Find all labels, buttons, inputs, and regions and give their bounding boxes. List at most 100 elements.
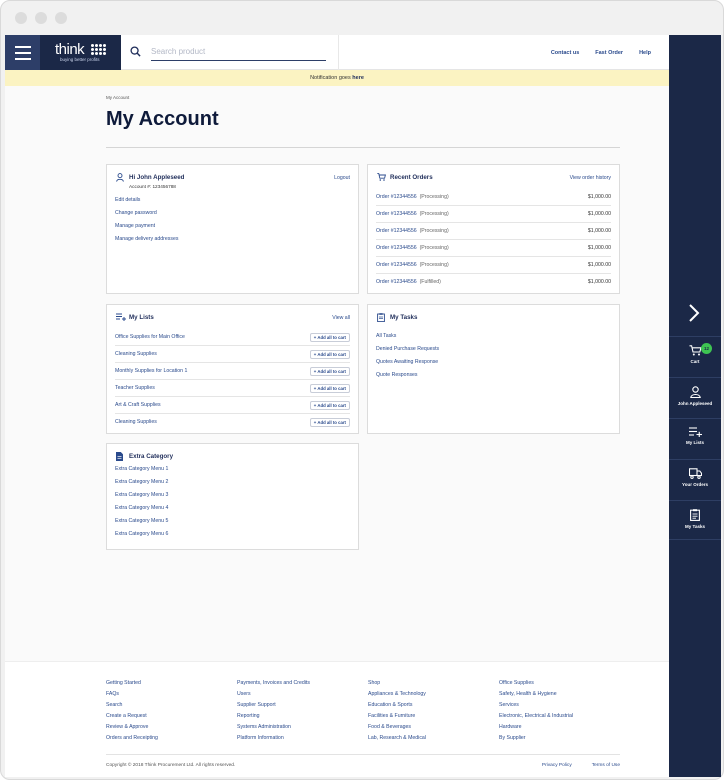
footer-link[interactable]: Create a Request xyxy=(106,711,158,722)
order-id[interactable]: Order #12344556 xyxy=(376,228,417,234)
extra-category-link[interactable]: Extra Category Menu 4 xyxy=(115,505,168,511)
view-order-history-link[interactable]: View order history xyxy=(570,175,611,181)
extra-category-link[interactable]: Extra Category Menu 5 xyxy=(115,518,168,524)
footer-link[interactable]: Appliances & Technology xyxy=(368,689,426,700)
footer-link[interactable]: Safety, Health & Hygiene xyxy=(499,689,573,700)
manage-payment-link[interactable]: Manage payment xyxy=(115,223,155,229)
truck-icon xyxy=(688,468,702,479)
fast-order-link[interactable]: Fast Order xyxy=(595,50,623,56)
footer-link[interactable]: Facilities & Furniture xyxy=(368,711,426,722)
terms-of-use-link[interactable]: Terms of Use xyxy=(592,763,620,768)
footer-link[interactable]: By Supplier xyxy=(499,733,573,744)
list-name[interactable]: Monthly Supplies for Location 1 xyxy=(115,368,187,374)
edit-details-link[interactable]: Edit details xyxy=(115,197,140,203)
footer-link[interactable]: Shop xyxy=(368,678,426,689)
extra-category-link[interactable]: Extra Category Menu 2 xyxy=(115,479,168,485)
order-row[interactable]: Order #12344556 (Fulfilled) $1,000.00 xyxy=(376,274,611,291)
list-name[interactable]: Cleaning Supplies xyxy=(115,419,157,425)
list-name[interactable]: Office Supplies for Main Office xyxy=(115,334,185,340)
footer-link[interactable]: Payments, Invoices and Credits xyxy=(237,678,310,689)
logo[interactable]: think buying better profits xyxy=(40,35,121,70)
search-input[interactable] xyxy=(151,43,326,61)
menu-button[interactable] xyxy=(5,35,40,70)
order-row[interactable]: Order #12344556 (Processing) $1,000.00 xyxy=(376,206,611,223)
quotes-awaiting-response-link[interactable]: Quotes Awaiting Response xyxy=(376,359,438,365)
view-all-lists-link[interactable]: View all xyxy=(332,315,350,321)
window-dot[interactable] xyxy=(15,12,27,24)
order-row[interactable]: Order #12344556 (Processing) $1,000.00 xyxy=(376,189,611,206)
footer-link[interactable]: Services xyxy=(499,700,573,711)
account-number: Account #: 123456788 xyxy=(129,184,176,189)
add-all-to-cart-button[interactable]: + Add all to cart xyxy=(309,367,350,376)
footer-link[interactable]: Search xyxy=(106,700,158,711)
order-id[interactable]: Order #12344556 xyxy=(376,194,417,200)
breadcrumb[interactable]: My Account xyxy=(106,95,129,100)
order-row[interactable]: Order #12344556 (Processing) $1,000.00 xyxy=(376,223,611,240)
window-dot[interactable] xyxy=(55,12,67,24)
rail-lists-button[interactable]: My Lists xyxy=(669,418,721,458)
order-id[interactable]: Order #12344556 xyxy=(376,245,417,251)
extra-category-link[interactable]: Extra Category Menu 6 xyxy=(115,531,168,537)
list-item[interactable]: Art & Craft Supplies + Add all to cart xyxy=(115,397,350,414)
rail-cart-button[interactable]: 12 Cart xyxy=(669,336,721,376)
footer-link[interactable]: Education & Sports xyxy=(368,700,426,711)
list-item[interactable]: Office Supplies for Main Office + Add all… xyxy=(115,329,350,346)
footer-link[interactable]: Platform Information xyxy=(237,733,310,744)
denied-purchase-requests-link[interactable]: Denied Purchase Requests xyxy=(376,346,439,352)
order-id[interactable]: Order #12344556 xyxy=(376,279,417,285)
list-name[interactable]: Cleaning Supplies xyxy=(115,351,157,357)
footer-link[interactable]: Electronic, Electrical & Industrial xyxy=(499,711,573,722)
rail-tasks-button[interactable]: My Tasks xyxy=(669,500,721,540)
rail-label: John Appleseed xyxy=(677,401,713,406)
chevron-right-icon[interactable] xyxy=(687,303,701,323)
footer-link[interactable]: Systems Administration xyxy=(237,722,310,733)
add-all-to-cart-button[interactable]: + Add all to cart xyxy=(309,350,350,359)
footer-link[interactable]: Food & Beverages xyxy=(368,722,426,733)
rail-user-button[interactable]: John Appleseed xyxy=(669,377,721,417)
footer-link[interactable]: Lab, Research & Medical xyxy=(368,733,426,744)
list-item[interactable]: Cleaning Supplies + Add all to cart xyxy=(115,414,350,431)
list-item[interactable]: Monthly Supplies for Location 1 + Add all… xyxy=(115,363,350,380)
order-id[interactable]: Order #12344556 xyxy=(376,262,417,268)
footer-link[interactable]: Getting Started xyxy=(106,678,158,689)
all-tasks-link[interactable]: All Tasks xyxy=(376,333,396,339)
manage-delivery-addresses-link[interactable]: Manage delivery addresses xyxy=(115,236,178,242)
footer-link[interactable]: Orders and Receipting xyxy=(106,733,158,744)
logout-link[interactable]: Logout xyxy=(334,175,350,181)
list-name[interactable]: Art & Craft Supplies xyxy=(115,402,161,408)
help-link[interactable]: Help xyxy=(639,50,651,56)
hamburger-icon xyxy=(14,45,31,48)
add-all-to-cart-button[interactable]: + Add all to cart xyxy=(309,384,350,393)
cart-icon xyxy=(689,345,702,356)
browser-frame: think buying better profits Contact us F… xyxy=(0,0,724,780)
add-all-to-cart-button[interactable]: + Add all to cart xyxy=(309,401,350,410)
list-name[interactable]: Teacher Supplies xyxy=(115,385,155,391)
order-price: $1,000.00 xyxy=(587,211,611,217)
rail-orders-button[interactable]: Your Orders xyxy=(669,459,721,499)
contact-us-link[interactable]: Contact us xyxy=(551,50,579,56)
order-id[interactable]: Order #12344556 xyxy=(376,211,417,217)
window-dot[interactable] xyxy=(35,12,47,24)
footer-link[interactable]: Supplier Support xyxy=(237,700,310,711)
extra-category-link[interactable]: Extra Category Menu 3 xyxy=(115,492,168,498)
footer-link[interactable]: Users xyxy=(237,689,310,700)
footer-link[interactable]: Office Supplies xyxy=(499,678,573,689)
clipboard-icon xyxy=(377,313,385,322)
order-row[interactable]: Order #12344556 (Processing) $1,000.00 xyxy=(376,257,611,274)
footer-link[interactable]: Hardware xyxy=(499,722,573,733)
rail-label: My Lists xyxy=(685,440,704,445)
quote-responses-link[interactable]: Quote Responses xyxy=(376,372,418,378)
list-item[interactable]: Cleaning Supplies + Add all to cart xyxy=(115,346,350,363)
account-card: Hi John Appleseed Logout Account #: 1234… xyxy=(106,164,359,294)
footer-link[interactable]: FAQs xyxy=(106,689,158,700)
order-row[interactable]: Order #12344556 (Processing) $1,000.00 xyxy=(376,240,611,257)
notification-link[interactable]: here xyxy=(352,75,364,81)
privacy-policy-link[interactable]: Privacy Policy xyxy=(542,763,572,768)
list-item[interactable]: Teacher Supplies + Add all to cart xyxy=(115,380,350,397)
footer-link[interactable]: Reporting xyxy=(237,711,310,722)
add-all-to-cart-button[interactable]: + Add all to cart xyxy=(309,418,350,427)
add-all-to-cart-button[interactable]: + Add all to cart xyxy=(309,333,350,342)
footer-link[interactable]: Review & Approve xyxy=(106,722,158,733)
change-password-link[interactable]: Change password xyxy=(115,210,157,216)
extra-category-link[interactable]: Extra Category Menu 1 xyxy=(115,466,168,472)
